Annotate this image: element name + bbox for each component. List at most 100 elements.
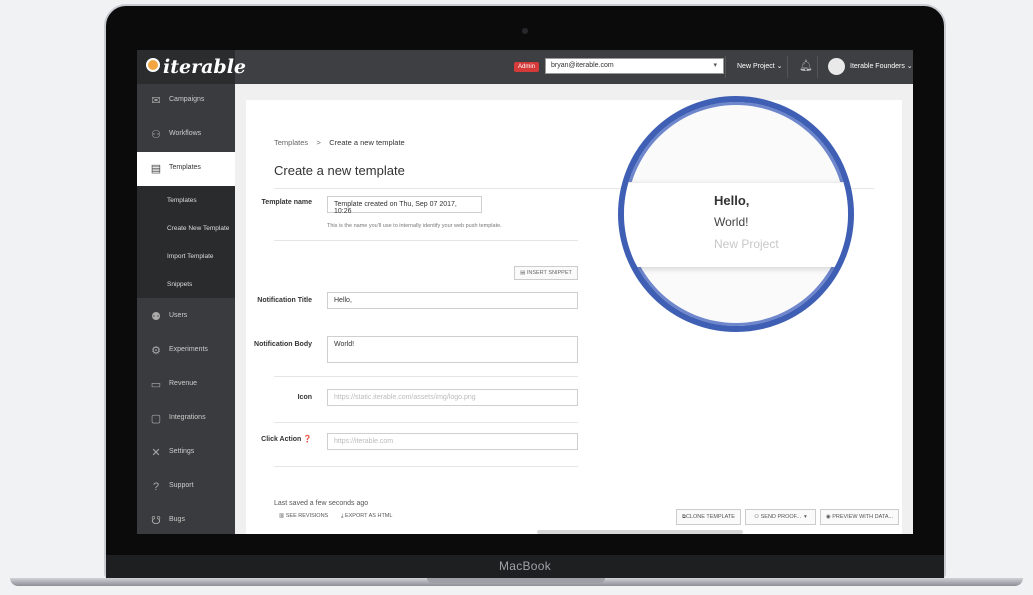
sidebar-item-users[interactable]: ⚉ Users — [137, 300, 235, 334]
sidebar-item-templates[interactable]: ▤ Templates — [137, 152, 235, 186]
new-project-button[interactable]: New Project ⌄ — [737, 62, 783, 70]
revisions-icon: ▥ — [279, 513, 286, 519]
divider — [274, 376, 578, 377]
preview-project: New Project — [714, 237, 779, 251]
icon-url-input[interactable]: https://static.iterable.com/assets/img/l… — [327, 389, 578, 406]
laptop-chin: MacBook — [106, 555, 944, 578]
revenue-icon: ▭ — [150, 379, 162, 391]
click-action-input[interactable]: https://iterable.com — [327, 433, 578, 450]
sidebar-subitem-label: Import Template — [167, 253, 214, 260]
notification-body-textarea[interactable]: World! — [327, 336, 578, 363]
user-menu[interactable]: Iterable Founders ⌄ — [850, 62, 913, 70]
template-name-label: Template name — [261, 199, 312, 206]
insert-snippet-button[interactable]: ▤ INSERT SNIPPET — [514, 266, 578, 280]
sidebar: ✉ Campaigns ⚇ Workflows ▤ Templates Temp… — [137, 84, 235, 534]
divider — [274, 240, 578, 241]
notification-title-label: Notification Title — [257, 297, 312, 304]
sidebar-item-label: Bugs — [169, 516, 185, 523]
chevron-down-icon: ▾ — [713, 62, 717, 69]
sidebar-item-label: Users — [169, 312, 188, 319]
divider — [817, 56, 818, 78]
avatar[interactable] — [828, 58, 845, 75]
camera — [522, 28, 528, 34]
sidebar-subitem-templates[interactable]: Templates — [137, 186, 235, 214]
click-action-label: Click Action ❓ — [261, 436, 312, 443]
template-name-help: This is the name you'll use to internall… — [327, 223, 502, 229]
admin-badge: Admin — [514, 62, 540, 72]
preview-body: World! — [714, 215, 749, 229]
logo-area[interactable]: iterable — [137, 50, 246, 84]
sidebar-item-workflows[interactable]: ⚇ Workflows — [137, 118, 235, 152]
export-html-link[interactable]: ⤓ EXPORT AS HTML — [341, 513, 392, 520]
sidebar-subitem-label: Templates — [167, 197, 197, 204]
preview-with-data-label: PREVIEW WITH DATA... — [832, 514, 894, 520]
breadcrumb-current: Create a new template — [329, 138, 405, 147]
send-proof-button[interactable]: ⚇ SEND PROOF... ▾ — [745, 509, 816, 525]
sidebar-item-label: Revenue — [169, 380, 198, 387]
divider — [274, 422, 578, 423]
device-label: MacBook — [498, 559, 552, 573]
bug-icon: ☋ — [151, 515, 161, 527]
see-revisions-link[interactable]: ▥ SEE REVISIONS — [279, 513, 328, 519]
sidebar-subitem-import-template[interactable]: Import Template — [137, 242, 235, 270]
push-preview-card: Hello, World! New Project — [624, 182, 848, 267]
logo-text: iterable — [163, 56, 246, 78]
project-select[interactable]: bryan@iterable.com ▾ — [545, 58, 724, 74]
bell-icon[interactable]: 🔔︎ — [799, 59, 813, 72]
snippet-icon: ▤ — [520, 270, 527, 276]
breadcrumb-separator: > — [316, 138, 321, 147]
sidebar-item-bugs[interactable]: ☋ Bugs — [137, 504, 235, 534]
divider — [787, 56, 788, 78]
chevron-down-icon: ▾ — [800, 514, 807, 520]
sidebar-subitem-create-new-template[interactable]: Create New Template — [137, 214, 235, 242]
notification-body-label: Notification Body — [254, 341, 312, 348]
settings-icon: ✕ — [151, 447, 161, 459]
experiments-icon: ⚙ — [151, 345, 161, 357]
sidebar-item-revenue[interactable]: ▭ Revenue — [137, 368, 235, 402]
logo-icon — [146, 58, 160, 72]
sidebar-item-label: Workflows — [169, 130, 202, 137]
workflow-icon: ⚇ — [151, 129, 161, 141]
preview-with-data-button[interactable]: ◉ PREVIEW WITH DATA... — [820, 509, 899, 525]
clone-template-button[interactable]: ⧉CLONE TEMPLATE — [676, 509, 741, 525]
sidebar-subitem-label: Create New Template — [167, 225, 230, 232]
users-icon: ⚉ — [151, 311, 161, 323]
sidebar-item-campaigns[interactable]: ✉ Campaigns — [137, 84, 235, 118]
see-revisions-label: SEE REVISIONS — [285, 513, 329, 519]
icon-label: Icon — [297, 394, 312, 401]
insert-snippet-label: INSERT SNIPPET — [526, 270, 572, 276]
sidebar-item-label: Support — [169, 482, 194, 489]
laptop-notch — [427, 578, 605, 583]
sidebar-item-support[interactable]: ? Support — [137, 470, 235, 504]
preview-magnifier: Hello, World! New Project — [618, 96, 854, 332]
export-html-label: EXPORT AS HTML — [344, 513, 393, 519]
sidebar-item-label: Experiments — [169, 346, 208, 353]
clone-template-label: CLONE TEMPLATE — [685, 514, 735, 520]
horizontal-scrollbar[interactable] — [537, 530, 743, 534]
preview-title: Hello, — [714, 193, 750, 208]
divider — [274, 466, 578, 467]
sidebar-item-experiments[interactable]: ⚙ Experiments — [137, 334, 235, 368]
sidebar-subitem-snippets[interactable]: Snippets — [137, 270, 235, 298]
top-bar: iterable Admin bryan@iterable.com ▾ New … — [137, 50, 913, 84]
sidebar-item-integrations[interactable]: ▢ Integrations — [137, 402, 235, 436]
integrations-icon: ▢ — [150, 413, 162, 425]
notification-title-input[interactable]: Hello, — [327, 292, 578, 309]
last-saved-text: Last saved a few seconds ago — [274, 500, 369, 507]
send-proof-label: SEND PROOF... — [760, 514, 801, 520]
sidebar-item-label: Settings — [169, 448, 195, 455]
envelope-icon: ✉ — [151, 95, 161, 107]
breadcrumb-templates-link[interactable]: Templates — [274, 138, 308, 147]
sidebar-item-label: Integrations — [169, 414, 206, 421]
page-title: Create a new template — [274, 163, 405, 178]
template-name-input[interactable]: Template created on Thu, Sep 07 2017, 10… — [327, 196, 482, 215]
template-icon: ▤ — [150, 163, 162, 175]
project-select-value: bryan@iterable.com — [551, 62, 614, 69]
sidebar-item-label: Campaigns — [169, 96, 205, 103]
divider — [725, 56, 726, 78]
sidebar-item-settings[interactable]: ✕ Settings — [137, 436, 235, 470]
breadcrumb: Templates > Create a new template — [274, 138, 405, 147]
sidebar-subitem-label: Snippets — [167, 281, 193, 288]
sidebar-item-label: Templates — [169, 164, 201, 171]
support-icon: ? — [152, 481, 160, 493]
